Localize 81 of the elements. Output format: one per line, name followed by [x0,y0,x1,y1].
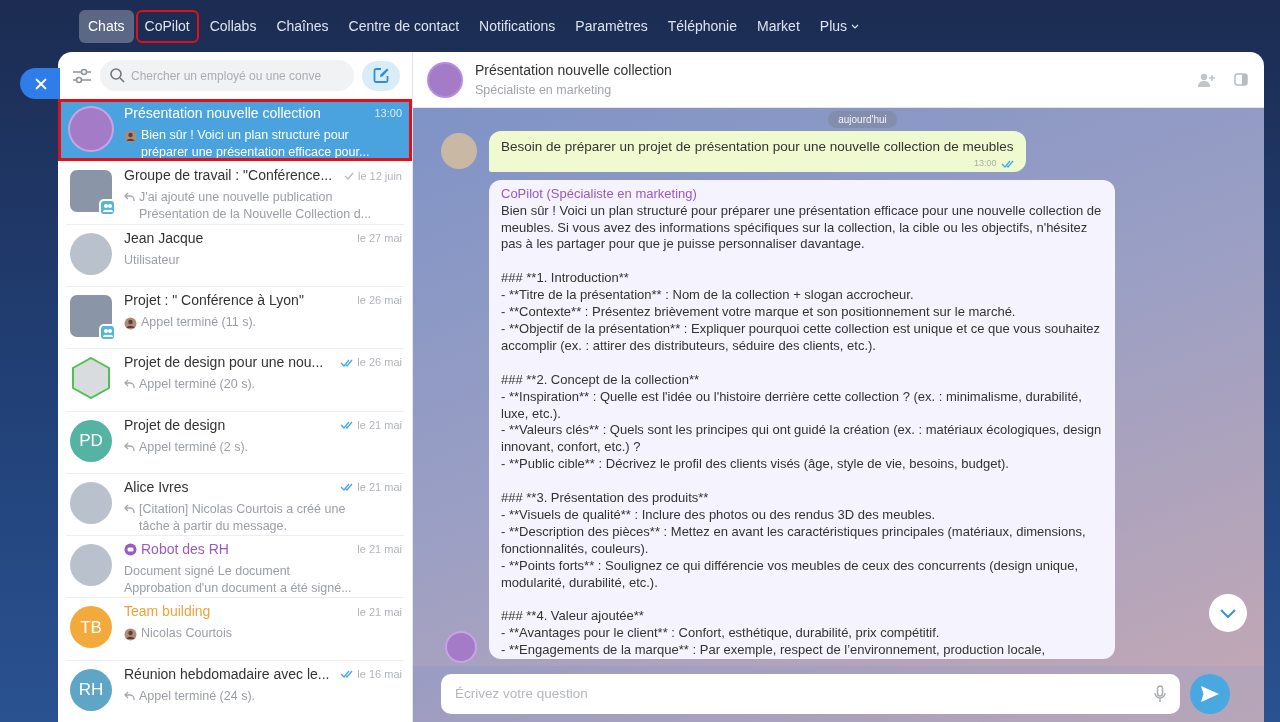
close-icon [35,77,47,90]
nav-tab[interactable]: Centre de contact [339,9,469,43]
chat-title: Présentation nouvelle collection [124,104,321,124]
new-chat-button[interactable] [362,60,400,91]
chat-preview: Nicolas Courtois [141,625,232,643]
avatar-initials: TB [70,606,112,649]
photo-placeholder [70,294,112,337]
send-button[interactable] [1190,674,1230,714]
filter-icon[interactable] [72,66,92,85]
message-text: Besoin de préparer un projet de présentation pour une nouvelle collection de meubles [501,138,1014,156]
chat-time: le 21 mai [357,542,402,558]
chat-preview: Appel terminé (20 s). [139,376,256,394]
search-icon [110,68,125,83]
avatar-initials: PD [70,419,112,462]
photo-placeholder [70,170,112,213]
chat-time: le 21 mai [357,604,402,620]
scroll-down-button[interactable] [1209,594,1247,632]
avatar-placeholder [70,544,112,587]
chat-time: le 27 mai [357,230,402,246]
chat-title: Alice Ivres [124,477,189,497]
chat-time: le 26 mai [357,355,402,371]
nav-tab[interactable]: Collabs [200,9,266,43]
message-author: CoPilot (Spécialiste en marketing) [501,185,698,203]
nav-tab[interactable]: Chaînes [267,9,338,43]
chat-preview: Utilisateur [124,251,180,269]
chat-time: le 26 mai [357,293,402,309]
date-badge: aujourd'hui [828,111,897,128]
chat-preview: Document signé Le document Approbation d'un document a été signé... [124,563,352,598]
close-button[interactable] [20,68,60,99]
chat-subtitle: Spécialiste en marketing [475,81,613,99]
chat-title: Présentation nouvelle collection [475,60,673,80]
chat-time: le 21 mai [357,417,402,433]
message-time: 13:00 [974,157,997,171]
chat-title: Réunion hebdomadaire avec le... [124,664,330,684]
nav-tab[interactable]: CoPilot [135,9,199,43]
more-menu[interactable]: Plus [810,9,869,43]
chat-time: 13:00 [374,106,402,122]
chat-preview: [Citation] Nicolas Courtois a créé une tâche à partir du message. [139,500,346,535]
avatar-placeholder [70,232,112,275]
avatar-placeholder [445,631,477,663]
avatar-placeholder [70,481,112,524]
message-paragraph: ### **2. Concept de la collection** - **Inspiration** : Quelle est l'idée ou l'histoire derrière cette collection ? (ex. : minimalisme, durabilité, luxe, etc.). - **Valeurs clés** : Quels sont les principes qui ont guidé la création (ex. : matériaux écologiques, design innovant, confort, etc.) ? - **Public cible** : Décrivez le profil des clients visés (âge, style de vie, besoins, budget). [501,371,1103,474]
chat-title: Jean Jacque [124,228,204,248]
search-input[interactable]: Chercher un employé ou une conve [131,66,346,85]
nav-tab[interactable]: Téléphonie [658,9,746,43]
chat-time: le 21 mai [357,480,402,496]
chat-time: le 12 juin [357,168,402,184]
message-paragraph: ### **4. Valeur ajoutée** - **Avantages pour le client** : Confort, esthétique, durabilité, prix compétitif. - **Engagements de la marque** : Par exemple, respect de l’environnement, production locale, [501,608,1047,660]
message-paragraph: Bien sûr ! Voici un plan structuré pour préparer une présentation efficace pour une nouvelle collection de meubles. Si vous avez des informations spécifiques sur la collection, la cible ou les objectifs, n'hésitez pas à les partager pour que je puisse personnaliser davantage. [501,202,1103,254]
chat-preview: J'ai ajouté une nouvelle publication Présentation de la Nouvelle Collection d... [139,189,372,224]
chat-title: Robot des RH [141,540,229,560]
chat-preview: Appel terminé (24 s). [139,687,256,705]
avatar-placeholder [427,61,463,98]
search-box[interactable]: Chercher un employé ou une conve [100,60,354,91]
sidebar-toggle-icon[interactable] [1234,73,1248,86]
send-icon [1200,685,1220,703]
chat-title: Team building [124,602,211,622]
message-paragraph: ### **1. Introduction** - **Titre de la présentation** : Nom de la collection + slogan accrocheur. - **Contexte** : Présentez brièvement votre marque et son positionnement sur le marché. - **Objectif de la présentation** : Expliquer pourquoi cette collection est unique et ce que vous souhaitez accomplir (ex. : attirer des distributeurs, séduire des clients, etc.). [501,270,1102,355]
chat-title: Projet de design pour une nou... [124,353,324,373]
nav-tab[interactable]: Paramètres [566,9,657,43]
chat-title: Projet de design [124,415,226,435]
chat-title: Groupe de travail : "Conférence... [124,166,333,186]
nav-tab[interactable]: Chats [79,9,134,43]
message-paragraph: ### **3. Présentation des produits** - **Visuels de qualité** : Inclure des photos ou des rendus 3D des meubles. - **Description des pièces** : Mettez en avant les caractéristiques principales (matériaux, dimensions, fonctionnalités, couleurs). - **Points forts** : Soulignez ce qui différencie vos meubles de ceux des concurrents (design unique, modularité, durabilité, etc.). [501,490,1087,592]
avatar-placeholder [70,108,112,151]
caret-icon [851,23,860,29]
avatar-placeholder [441,133,477,169]
chat-preview: Appel terminé (2 s). [139,438,249,456]
nav-tab[interactable]: Notifications [470,9,565,43]
chevron-down-icon [1220,608,1236,618]
chat-time: le 16 mai [357,666,402,682]
chat-preview: Appel terminé (11 s). [141,313,257,331]
add-user-icon[interactable] [1198,72,1216,87]
chat-preview: Bien sûr ! Voici un plan structuré pour préparer une présentation efficace pour... [141,127,370,162]
microphone-icon[interactable] [1154,685,1166,703]
chat-title: Projet : " Conférence à Lyon" [124,290,304,310]
avatar-initials: RH [70,668,112,711]
compose-icon [372,67,390,84]
message-field[interactable]: Écrivez votre question [441,674,1180,714]
photo-placeholder [70,357,112,400]
nav-tab[interactable]: Market [748,9,809,43]
